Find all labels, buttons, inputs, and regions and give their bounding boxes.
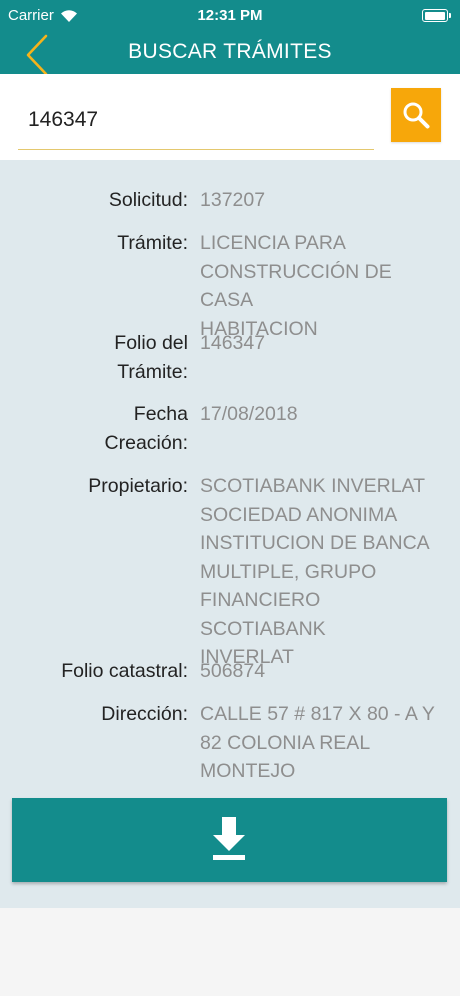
propietario-label: Propietario:: [88, 475, 188, 497]
search-icon: [403, 102, 430, 129]
direccion-label: Dirección:: [101, 703, 188, 725]
status-time: 12:31 PM: [197, 7, 263, 24]
header: Carrier 12:31 PM BUSCAR TRÁMITES: [0, 0, 460, 76]
folio-tramite-label: Folio del Trámite:: [114, 332, 188, 383]
solicitud-label: Solicitud:: [108, 189, 188, 211]
bottom-spacer: [0, 908, 460, 996]
nav-bar: BUSCAR TRÁMITES: [0, 30, 460, 76]
search-input[interactable]: [18, 90, 374, 150]
propietario-value: SCOTIABANK INVERLAT SOCIEDAD ANONIMA INS…: [200, 475, 430, 668]
download-button[interactable]: [12, 798, 447, 882]
fecha-creacion-label: Fecha Creación:: [104, 403, 188, 454]
search-bar: [0, 74, 460, 160]
tramite-details: Solicitud: 137207 Trámite: LICENCIA PARA…: [0, 160, 460, 908]
folio-catastral-label: Folio catastral:: [61, 660, 188, 682]
folio-tramite-value: 146347: [200, 332, 266, 354]
status-bar: Carrier 12:31 PM: [0, 0, 460, 32]
search-button[interactable]: [391, 88, 441, 142]
solicitud-value: 137207: [200, 189, 266, 211]
download-icon: [213, 817, 245, 860]
folio-catastral-value: 506874: [200, 660, 266, 682]
direccion-value: CALLE 57 # 817 X 80 - A Y 82 COLONIA REA…: [200, 703, 435, 782]
fecha-creacion-value: 17/08/2018: [200, 403, 298, 425]
page-title: BUSCAR TRÁMITES: [128, 40, 332, 63]
tramite-value: LICENCIA PARA CONSTRUCCIÓN DE CASA HABIT…: [200, 232, 392, 340]
tramite-label: Trámite:: [117, 232, 188, 254]
battery-icon: [422, 9, 451, 22]
